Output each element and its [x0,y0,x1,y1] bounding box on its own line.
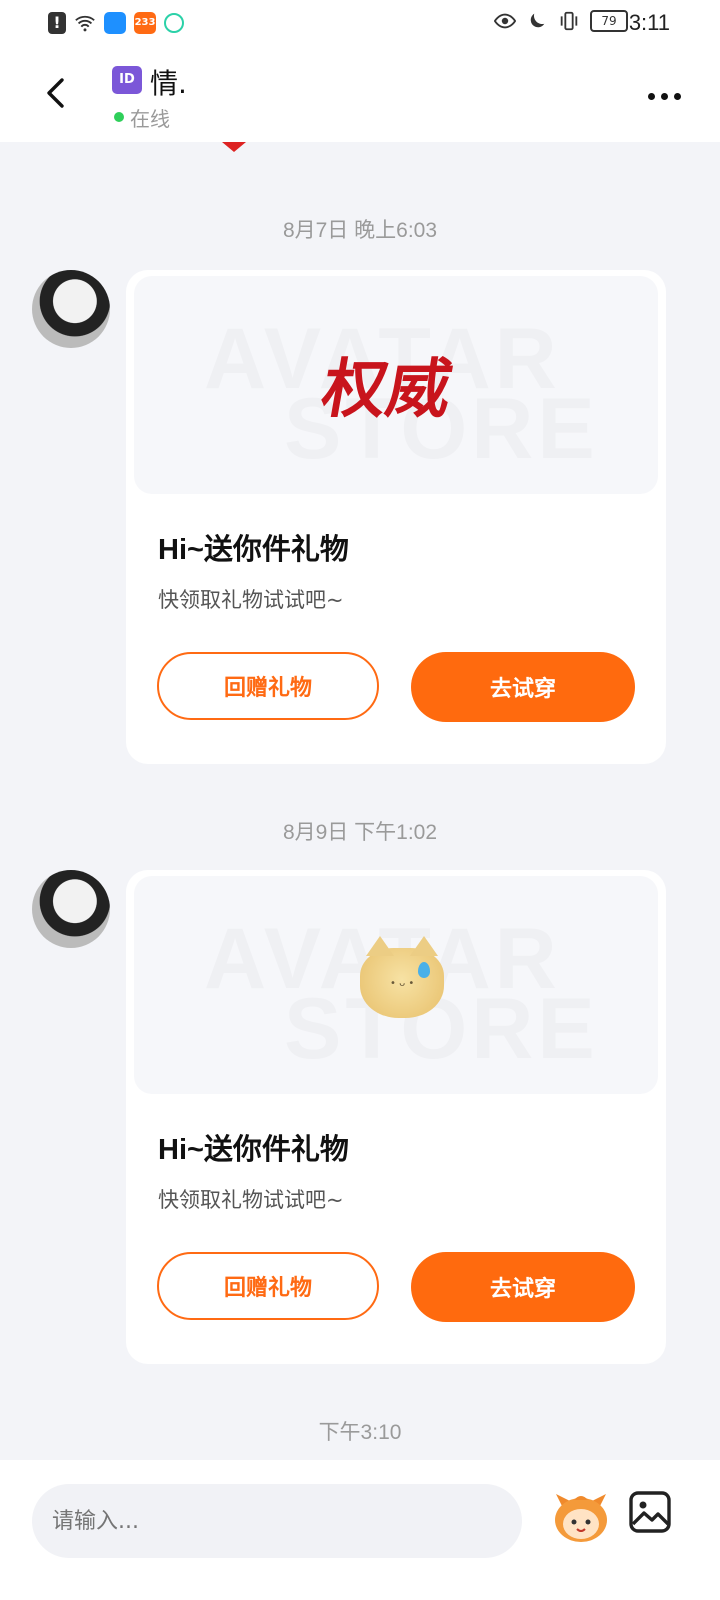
app-233-icon: 233 [134,12,156,34]
chat-messages[interactable]: 8月7日 晚上6:03 AVATAR STORE 权威 Hi~送你件礼物 快领取… [0,142,720,1460]
gift-title: Hi~送你件礼物 [158,1134,349,1166]
image-gallery-icon[interactable] [628,1490,672,1534]
alert-icon: ! [48,12,66,34]
mascot-emoji-icon[interactable] [552,1492,610,1544]
previous-message-peek [222,142,246,152]
id-badge: ID [112,66,142,94]
status-right-icons: 79 [494,10,628,32]
app-icon [164,13,184,33]
gift-subtitle: 快领取礼物试试吧~ [158,1188,344,1212]
message-input[interactable] [32,1484,522,1558]
gift-card: AVATAR STORE 权威 Hi~送你件礼物 快领取礼物试试吧~ 回赠礼物 … [126,270,666,764]
return-gift-button[interactable]: 回赠礼物 [157,652,379,720]
vibrate-icon [560,11,578,31]
return-gift-button[interactable]: 回赠礼物 [157,1252,379,1320]
online-status: 在线 [130,107,170,131]
gift-preview[interactable]: AVATAR STORE 权威 [134,276,658,494]
gift-item-image: • ᴗ • [360,936,444,1018]
composer-bar [0,1460,720,1600]
status-bar: ! 233 79 3:11 [0,0,720,48]
message-timestamp: 8月7日 晚上6:03 [282,219,438,242]
contact-name[interactable]: 情. [150,62,187,102]
more-options-icon[interactable] [648,88,688,104]
gift-card: AVATAR STORE • ᴗ • Hi~送你件礼物 快领取礼物试试吧~ 回赠… [126,870,666,1364]
gift-preview[interactable]: AVATAR STORE • ᴗ • [134,876,658,1094]
message-timestamp: 8月9日 下午1:02 [282,821,438,844]
back-arrow-icon[interactable] [40,76,74,110]
wifi-icon [75,15,95,32]
try-on-button[interactable]: 去试穿 [411,652,635,722]
battery-icon: 79 [590,10,628,32]
status-left-icons: ! 233 [48,12,184,34]
sender-avatar[interactable] [32,870,110,948]
gift-subtitle: 快领取礼物试试吧~ [158,588,344,612]
online-dot [114,112,124,122]
sender-avatar[interactable] [32,270,110,348]
gift-title: Hi~送你件礼物 [158,534,349,566]
gift-item-image: 权威 [316,352,458,427]
try-on-button[interactable]: 去试穿 [411,1252,635,1322]
weather-app-icon [104,12,126,34]
message-timestamp: 下午3:10 [318,1421,402,1444]
eye-icon [494,13,516,29]
chat-header: ID 情. 在线 [0,48,720,142]
status-time: 3:11 [628,10,670,35]
moon-icon [530,13,545,28]
